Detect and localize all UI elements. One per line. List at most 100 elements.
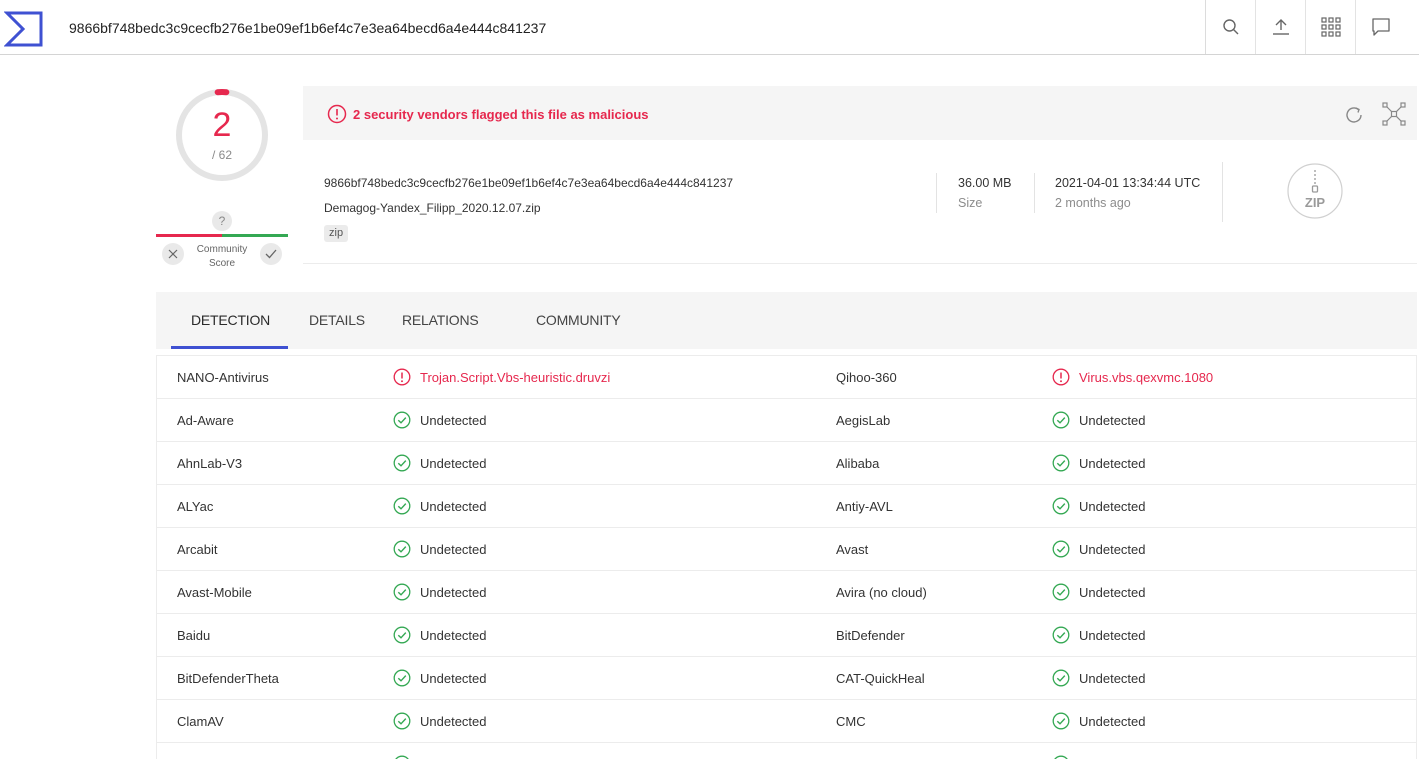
tab-community[interactable]: COMMUNITY xyxy=(536,312,621,328)
detection-result: Undetected xyxy=(420,499,487,514)
file-name: Demagog-Yandex_Filipp_2020.12.07.zip xyxy=(324,201,541,215)
vendor-name: Baidu xyxy=(177,628,211,643)
detection-result: Undetected xyxy=(1079,628,1146,643)
detection-alert-bar: 2 security vendors flagged this file as … xyxy=(303,86,1417,140)
vendor-name: Avast-Mobile xyxy=(177,585,252,600)
top-actions xyxy=(1205,0,1405,54)
table-row: Ad-Aware Undetected AegisLab Undetected xyxy=(157,399,1416,442)
divider xyxy=(1222,162,1223,222)
check-circle-icon xyxy=(1054,755,1068,759)
vendor-name: Arcabit xyxy=(177,542,218,557)
zip-icon-label: ZIP xyxy=(1305,195,1326,210)
detection-result: Undetected xyxy=(420,585,487,600)
virustotal-logo-icon[interactable] xyxy=(4,10,44,48)
check-circle-icon xyxy=(393,411,411,429)
table-row: Baidu Undetected BitDefender Undetected xyxy=(157,614,1416,657)
tab-details[interactable]: DETAILS xyxy=(309,312,365,328)
check-circle-icon xyxy=(393,497,411,515)
detection-result: Undetected xyxy=(420,714,487,729)
graph-view-icon[interactable] xyxy=(1381,101,1407,127)
active-tab-indicator xyxy=(171,346,288,349)
divider xyxy=(936,173,937,213)
detection-result: Undetected xyxy=(420,456,487,471)
search-input[interactable] xyxy=(55,6,1205,50)
vendor-name: AegisLab xyxy=(836,413,891,428)
tab-relations[interactable]: RELATIONS xyxy=(402,312,479,328)
vendor-name: CMC xyxy=(836,714,866,729)
vendor-name: Antiy-AVL xyxy=(836,499,893,514)
detection-result: Trojan.Script.Vbs-heuristic.druvzi xyxy=(420,370,611,385)
search-button[interactable] xyxy=(1205,0,1255,54)
vendor-name: AhnLab-V3 xyxy=(177,456,243,471)
vendor-name: ClamAV xyxy=(177,714,224,729)
vendor-name: Alibaba xyxy=(836,456,880,471)
detection-result: Undetected xyxy=(1079,585,1146,600)
vendor-name: Qihoo-360 xyxy=(836,370,897,385)
file-tag[interactable]: zip xyxy=(324,225,349,242)
vendor-name: NANO-Antivirus xyxy=(177,370,269,385)
detection-result: Undetected xyxy=(1079,671,1146,686)
close-icon xyxy=(168,249,178,259)
table-row: NANO-Antivirus Trojan.Script.Vbs-heuristi… xyxy=(157,356,1416,399)
reanalyze-icon[interactable] xyxy=(1343,104,1365,126)
vendor-name: CAT-QuickHeal xyxy=(836,671,925,686)
vendor-name: Avira (no cloud) xyxy=(836,585,927,600)
file-size-label: Size xyxy=(958,196,983,210)
community-score-label: Community Score xyxy=(196,244,248,269)
file-info-panel: 9866bf748bedc3c9cecfb276e1be09ef1b6ef4c7… xyxy=(303,140,1417,264)
check-circle-icon xyxy=(393,540,411,558)
table-row xyxy=(157,743,1416,759)
community-score-bar xyxy=(156,234,288,237)
detection-result: Undetected xyxy=(1079,542,1146,557)
vote-harmless-button[interactable] xyxy=(260,243,282,265)
vendor-name: ALYac xyxy=(177,499,214,514)
check-circle-icon xyxy=(395,755,409,759)
report-tabs: DETECTION DETAILS RELATIONS COMMUNITY xyxy=(156,292,1417,349)
check-circle-icon xyxy=(1052,540,1070,558)
top-bar xyxy=(0,0,1419,55)
community-score-help-icon[interactable]: ? xyxy=(212,211,232,231)
check-circle-icon xyxy=(1052,411,1070,429)
check-circle-icon xyxy=(1052,626,1070,644)
detection-result: Undetected xyxy=(1079,456,1146,471)
vendor-name: BitDefenderTheta xyxy=(177,671,279,686)
vendor-name: BitDefender xyxy=(836,628,905,643)
checkmark-icon xyxy=(265,249,277,259)
chat-button[interactable] xyxy=(1355,0,1405,54)
alert-message: 2 security vendors flagged this file as … xyxy=(353,107,649,122)
search-icon xyxy=(1222,19,1238,35)
last-analysis-date: 2021-04-01 13:34:44 UTC xyxy=(1055,176,1201,190)
detection-total: / 62 xyxy=(211,148,232,162)
apps-button[interactable] xyxy=(1305,0,1355,54)
check-circle-icon xyxy=(393,454,411,472)
apps-grid-icon xyxy=(1320,17,1341,37)
detection-result: Undetected xyxy=(420,671,487,686)
file-hash[interactable]: 9866bf748bedc3c9cecfb276e1be09ef1b6ef4c7… xyxy=(324,176,733,190)
vendor-name: Ad-Aware xyxy=(177,413,234,428)
table-row: BitDefenderTheta Undetected CAT-QuickHeal U… xyxy=(157,657,1416,700)
detection-result: Undetected xyxy=(420,413,487,428)
zip-file-icon: ZIP xyxy=(1287,163,1343,219)
detection-result: Undetected xyxy=(420,628,487,643)
check-circle-icon xyxy=(393,626,411,644)
check-circle-icon xyxy=(1052,712,1070,730)
table-row: Avast-Mobile Undetected Avira (no cloud) Un… xyxy=(157,571,1416,614)
divider xyxy=(1034,173,1035,213)
vendor-name: Avast xyxy=(836,542,869,557)
vote-malicious-button[interactable] xyxy=(162,243,184,265)
detection-result: Undetected xyxy=(1079,714,1146,729)
upload-icon xyxy=(1272,19,1289,35)
chat-icon xyxy=(1371,18,1390,36)
alert-circle-icon xyxy=(327,104,347,124)
detection-result: Undetected xyxy=(420,542,487,557)
alert-circle-icon xyxy=(1052,368,1070,386)
tab-detection[interactable]: DETECTION xyxy=(191,312,270,328)
detection-table: NANO-Antivirus Trojan.Script.Vbs-heuristi… xyxy=(156,355,1417,759)
check-circle-icon xyxy=(393,669,411,687)
last-analysis-relative: 2 months ago xyxy=(1055,196,1131,210)
check-circle-icon xyxy=(1052,583,1070,601)
check-circle-icon xyxy=(1052,497,1070,515)
detection-result: Virus.vbs.qexvmc.1080 xyxy=(1079,370,1214,385)
upload-button[interactable] xyxy=(1255,0,1305,54)
detection-result: Undetected xyxy=(1079,499,1146,514)
